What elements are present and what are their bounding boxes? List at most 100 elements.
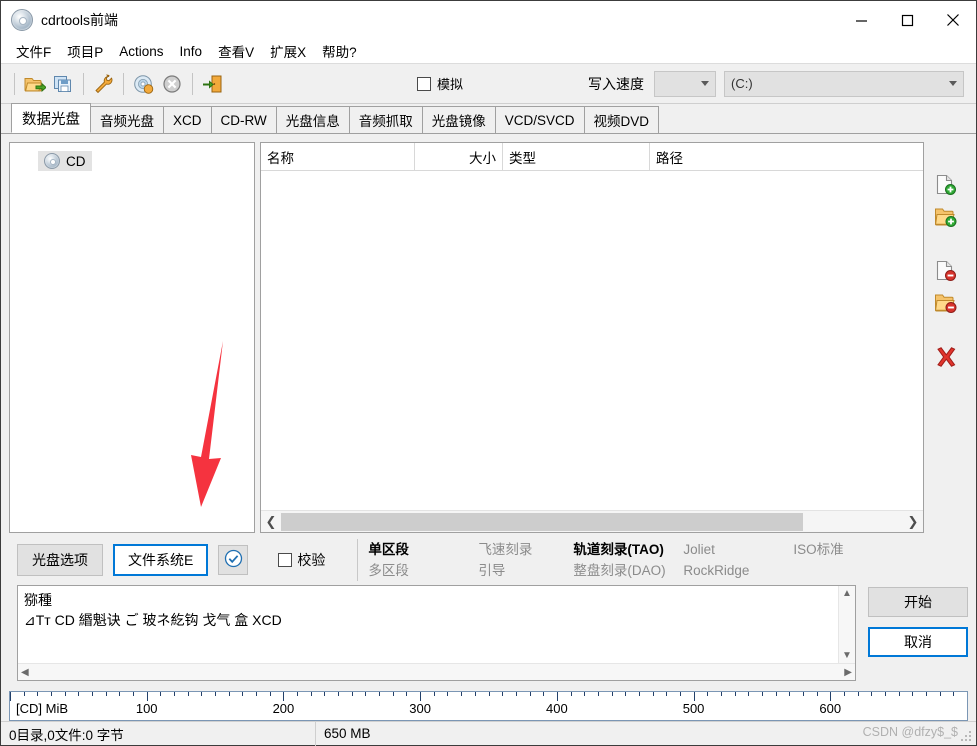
file-list-header: 名称 大小 类型 路径 (261, 143, 923, 171)
tools-wrench-icon[interactable] (90, 70, 117, 97)
remove-file-icon[interactable] (930, 258, 962, 284)
save-project-icon[interactable] (50, 70, 77, 97)
log-panel[interactable]: 猕種 ⊿Tт CD 緡魁诀 ご 玻ネ紇钩 戈气 盒 XCD ▲ ▼ ◀ ▶ (17, 585, 856, 681)
open-project-icon[interactable] (21, 70, 48, 97)
simulate-checkbox-group[interactable]: 模拟 (417, 74, 463, 93)
start-button[interactable]: 开始 (868, 587, 968, 617)
scroll-left-icon[interactable]: ❮ (261, 512, 281, 532)
log-text[interactable]: 猕種 ⊿Tт CD 緡魁诀 ご 玻ネ紇钩 戈气 盒 XCD (18, 586, 838, 663)
window-controls (838, 1, 976, 39)
option-single-session[interactable]: 单区段 (368, 539, 478, 560)
capacity-ruler-wrap: [CD] MiB 100 200 300 400 500 600 (1, 687, 976, 721)
toolbar-separator (123, 72, 124, 95)
tab-cd-rw[interactable]: CD-RW (210, 106, 277, 133)
verify-checkbox[interactable] (278, 553, 293, 567)
menu-project[interactable]: 项目P (59, 38, 111, 64)
cancel-button[interactable]: 取消 (868, 627, 968, 657)
resize-grip[interactable] (961, 731, 973, 743)
scroll-down-icon[interactable]: ▼ (842, 650, 852, 661)
ruler-tick-minor (775, 692, 777, 696)
column-path[interactable]: 路径 (650, 143, 923, 170)
file-list-hscrollbar[interactable]: ❮ ❯ (261, 510, 923, 532)
log-hscrollbar[interactable]: ◀ ▶ (18, 663, 855, 680)
tab-disc-image[interactable]: 光盘镜像 (421, 106, 496, 133)
column-type[interactable]: 类型 (503, 143, 650, 170)
tab-video-dvd[interactable]: 视频DVD (583, 106, 660, 133)
tab-vcd-svcd[interactable]: VCD/SVCD (494, 106, 585, 133)
confirm-button[interactable] (218, 545, 249, 575)
file-list[interactable]: 名称 大小 类型 路径 ❮ ❯ (260, 142, 924, 533)
ruler-tick-minor (570, 692, 572, 696)
cancel-icon[interactable] (159, 70, 186, 97)
menu-help[interactable]: 帮助? (314, 38, 365, 64)
scroll-right-icon[interactable]: ❯ (903, 512, 923, 532)
ruler-tick-minor (543, 692, 545, 696)
burn-disc-icon[interactable] (130, 70, 157, 97)
option-fast-burn[interactable]: 飞速刻录 (478, 539, 573, 560)
ruler-tick-minor (242, 692, 244, 696)
toolbar: 模拟 写入速度 (C:) (1, 64, 976, 104)
log-vscrollbar[interactable]: ▲ ▼ (838, 586, 855, 663)
burn-options-grid: 单区段 飞速刻录 轨道刻录(TAO) Joliet ISO标准 多区段 引导 整… (357, 539, 883, 581)
ruler-tick-minor (433, 692, 435, 696)
scroll-right-icon[interactable]: ▶ (844, 667, 852, 678)
add-folder-icon[interactable] (930, 204, 962, 230)
ruler-tick-minor (857, 692, 859, 696)
verify-label: 校验 (297, 552, 326, 568)
tab-data-disc[interactable]: 数据光盘 (11, 103, 91, 133)
close-button[interactable] (930, 1, 976, 39)
option-multi-session[interactable]: 多区段 (368, 560, 478, 581)
ruler-tick-minor (584, 692, 586, 696)
ruler-tick-minor (871, 692, 873, 696)
simulate-checkbox[interactable] (417, 76, 431, 91)
drive-select[interactable]: (C:) (724, 70, 964, 97)
toolbar-separator (14, 72, 15, 95)
ruler-tick-minor (515, 692, 517, 696)
add-file-icon[interactable] (930, 172, 962, 198)
ruler-tick-minor (379, 692, 381, 696)
tab-xcd[interactable]: XCD (163, 106, 212, 133)
menu-info[interactable]: Info (172, 41, 211, 62)
ruler-tick-minor (625, 692, 627, 696)
menu-bar: 文件F 项目P Actions Info 查看V 扩展X 帮助? (1, 39, 976, 64)
column-name[interactable]: 名称 (261, 143, 415, 170)
option-tao[interactable]: 轨道刻录(TAO) (573, 539, 683, 560)
verify-checkbox-group[interactable]: 校验 (278, 550, 325, 570)
option-bootable[interactable]: 引导 (478, 560, 573, 581)
ruler-tick-major (830, 692, 832, 701)
option-iso-standard[interactable]: ISO标准 (793, 539, 883, 560)
option-rockridge[interactable]: RockRidge (683, 560, 793, 581)
column-size[interactable]: 大小 (415, 143, 503, 170)
tab-audio-rip[interactable]: 音频抓取 (348, 106, 423, 133)
ruler-tick-minor (666, 692, 668, 696)
option-joliet[interactable]: Joliet (683, 539, 793, 560)
menu-view[interactable]: 查看V (210, 38, 262, 64)
filesystem-button[interactable]: 文件系统E (113, 544, 209, 576)
ruler-tick-minor (707, 692, 709, 696)
exit-door-icon[interactable] (199, 70, 226, 97)
menu-actions[interactable]: Actions (111, 41, 171, 62)
tab-disc-info[interactable]: 光盘信息 (275, 106, 350, 133)
tab-audio-disc[interactable]: 音频光盘 (90, 106, 164, 133)
log-line-2: ⊿Tт CD 緡魁诀 ご 玻ネ紇钩 戈气 盒 XCD (24, 612, 282, 628)
delete-all-icon[interactable] (930, 344, 962, 370)
menu-file[interactable]: 文件F (8, 38, 59, 64)
hscroll-thumb[interactable] (281, 512, 804, 531)
maximize-button[interactable] (884, 1, 930, 39)
option-dao[interactable]: 整盘刻录(DAO) (573, 560, 683, 581)
ruler-tick-minor (23, 692, 25, 696)
minimize-button[interactable] (838, 1, 884, 39)
scroll-left-icon[interactable]: ◀ (21, 667, 29, 678)
tree-item-cd[interactable]: CD (38, 151, 92, 171)
remove-folder-icon[interactable] (930, 290, 962, 316)
application-window: cdrtools前端 文件F 项目P Actions Info 查看V 扩展X … (0, 0, 977, 746)
menu-extensions[interactable]: 扩展X (262, 38, 314, 64)
scroll-up-icon[interactable]: ▲ (842, 588, 852, 599)
disc-options-button[interactable]: 光盘选项 (17, 544, 103, 576)
file-list-body[interactable] (261, 171, 923, 510)
project-tree[interactable]: CD (9, 142, 255, 533)
write-speed-select[interactable] (654, 70, 716, 97)
ruler-unit-label: [CD] MiB (16, 701, 68, 716)
hscroll-track[interactable] (281, 512, 903, 531)
ruler-tick-minor (392, 692, 394, 696)
